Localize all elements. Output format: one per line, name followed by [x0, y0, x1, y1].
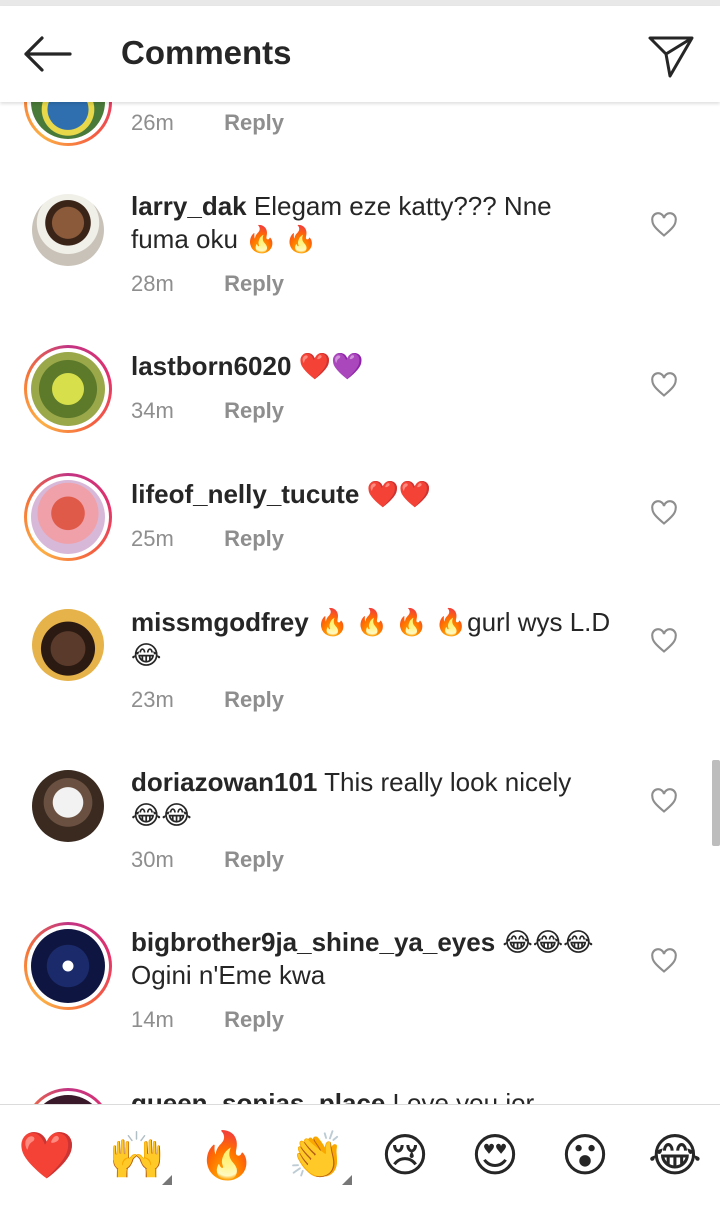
reply-button[interactable]: Reply [224, 398, 284, 423]
like-heart-icon[interactable] [650, 372, 678, 398]
like-heart-icon[interactable] [650, 212, 678, 238]
comment-text: queen_sonias_place Love you jor [131, 1087, 621, 1104]
reaction-laughing-button[interactable]: 😂 [647, 1127, 703, 1183]
more-variants-indicator-icon [342, 1175, 352, 1185]
reaction-fire-button[interactable]: 🔥 [198, 1127, 255, 1183]
comment-body: ❤️❤️ [366, 479, 432, 509]
comments-list[interactable]: 26m Reply larry_dak Elegam eze katty??? … [0, 0, 720, 1104]
reply-button[interactable]: Reply [224, 687, 284, 712]
comment-text: lastborn6020 ❤️💜 [131, 350, 621, 383]
like-heart-icon[interactable] [650, 628, 678, 654]
comment-body-line2: Ogini n'Eme kwa [131, 960, 326, 990]
more-variants-indicator-icon [162, 1175, 172, 1185]
avatar[interactable] [24, 345, 112, 433]
comment-body: Elegam eze katty??? Nne [253, 191, 552, 221]
reaction-surprised-button[interactable]: 😮 [557, 1127, 613, 1183]
quick-reaction-bar: ❤️ 🙌 🔥 👏 😢 😍 😮 😂 [0, 1104, 720, 1209]
avatar[interactable] [32, 609, 104, 681]
comment-body-line2: fuma oku 🔥 🔥 [131, 224, 318, 254]
comment-body: 😂😂😂 [502, 927, 594, 957]
avatar[interactable] [24, 1088, 112, 1104]
page-title: Comments [121, 34, 292, 71]
avatar[interactable] [24, 473, 112, 561]
reaction-heart-button[interactable]: ❤️ [18, 1127, 75, 1183]
comment-text: doriazowan101 This really look nicely 😂😂 [131, 766, 621, 832]
reaction-heart-eyes-button[interactable]: 😍 [467, 1127, 523, 1183]
comment-body: Love you jor [392, 1088, 535, 1104]
reaction-crying-button[interactable]: 😢 [377, 1127, 433, 1183]
comment-meta: 25m Reply [131, 526, 284, 552]
comment-body-line2: 😂 [131, 640, 162, 670]
comment-time: 30m [131, 847, 174, 872]
reaction-clap-button[interactable]: 👏 [288, 1127, 345, 1183]
reply-button[interactable]: Reply [224, 526, 284, 551]
like-heart-icon[interactable] [650, 500, 678, 526]
reply-button[interactable]: Reply [224, 847, 284, 872]
avatar[interactable] [32, 770, 104, 842]
comment-body: This really look nicely [324, 767, 572, 797]
comment-username[interactable]: lastborn6020 [131, 351, 291, 381]
comment-meta: 26m Reply [131, 110, 284, 136]
avatar[interactable] [24, 922, 112, 1010]
comment-text: lifeof_nelly_tucute ❤️❤️ [131, 478, 621, 511]
back-arrow-icon[interactable] [20, 32, 74, 76]
avatar[interactable] [32, 194, 104, 266]
comment-time: 14m [131, 1007, 174, 1032]
comment-time: 26m [131, 110, 174, 135]
comment-meta: 23m Reply [131, 687, 284, 713]
reply-button[interactable]: Reply [224, 110, 284, 135]
comment-username[interactable]: larry_dak [131, 191, 247, 221]
like-heart-icon[interactable] [650, 788, 678, 814]
comment-username[interactable]: lifeof_nelly_tucute [131, 479, 359, 509]
comment-username[interactable]: doriazowan101 [131, 767, 317, 797]
comment-meta: 30m Reply [131, 847, 284, 873]
comment-username[interactable]: bigbrother9ja_shine_ya_eyes [131, 927, 495, 957]
comment-text: missmgodfrey 🔥 🔥 🔥 🔥gurl wys L.D 😂 [131, 606, 621, 672]
reaction-raised-hands-button[interactable]: 🙌 [108, 1127, 165, 1183]
comment-username[interactable]: missmgodfrey [131, 607, 309, 637]
like-heart-icon[interactable] [650, 948, 678, 974]
comment-body: 🔥 🔥 🔥 🔥gurl wys L.D [315, 607, 611, 637]
reply-button[interactable]: Reply [224, 271, 284, 296]
comment-meta: 14m Reply [131, 1007, 284, 1033]
comment-time: 23m [131, 687, 174, 712]
comment-body-line2: 😂😂 [131, 800, 192, 830]
reply-button[interactable]: Reply [224, 1007, 284, 1032]
comment-time: 28m [131, 271, 174, 296]
comment-time: 25m [131, 526, 174, 551]
comment-time: 34m [131, 398, 174, 423]
direct-share-icon[interactable] [646, 30, 696, 80]
comment-meta: 34m Reply [131, 398, 284, 424]
comment-text: bigbrother9ja_shine_ya_eyes 😂😂😂 Ogini n'… [131, 926, 621, 992]
comment-username[interactable]: queen_sonias_place [131, 1088, 385, 1104]
comment-text: larry_dak Elegam eze katty??? Nne fuma o… [131, 190, 621, 256]
comment-body: ❤️💜 [298, 351, 364, 381]
comment-meta: 28m Reply [131, 271, 284, 297]
top-app-bar: Comments [0, 6, 720, 102]
scrollbar-thumb[interactable] [712, 760, 720, 846]
